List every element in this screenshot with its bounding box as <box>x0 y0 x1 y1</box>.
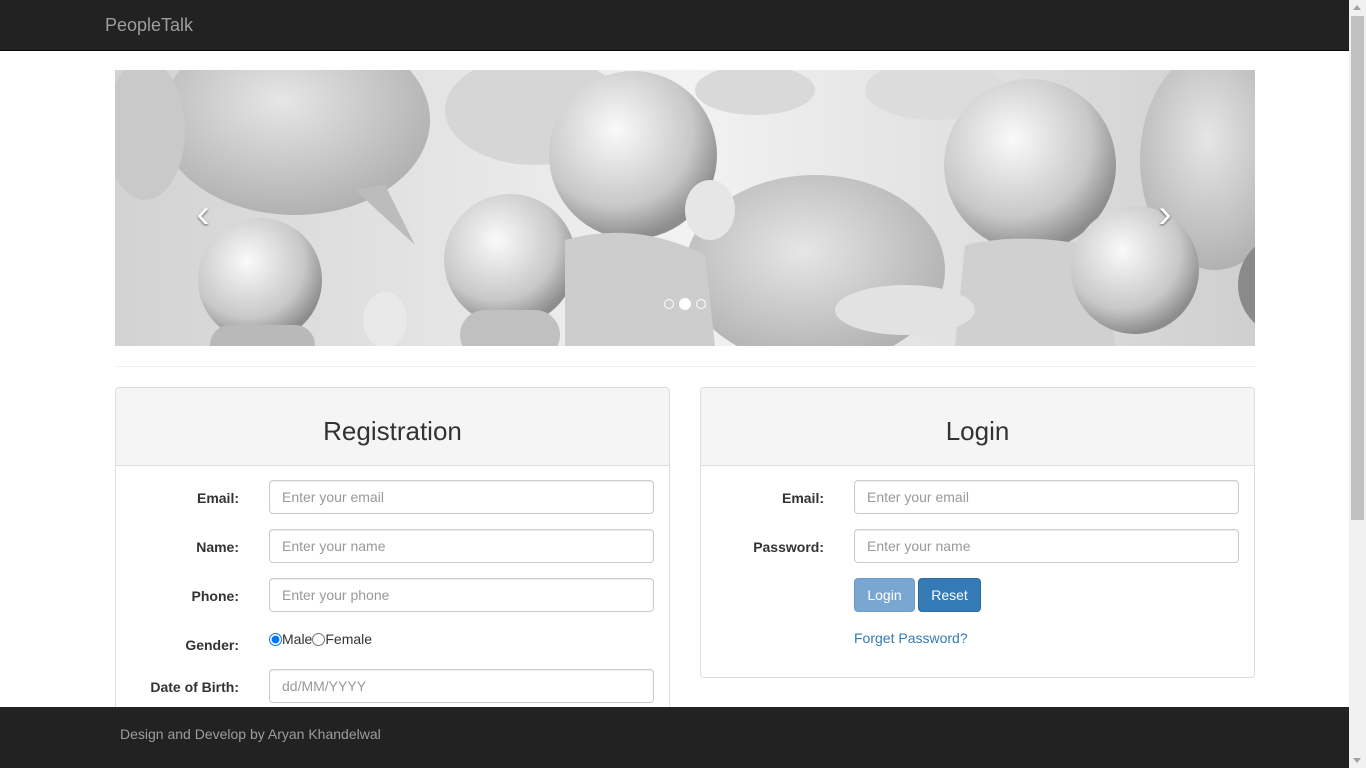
login-email-label: Email: <box>781 490 824 506</box>
footer-text: Design and Develop by Aryan Khandelwal <box>120 726 381 742</box>
carousel-indicator-active[interactable] <box>679 298 691 310</box>
reg-dob-label: Date of Birth: <box>150 679 239 695</box>
brand-link[interactable]: PeopleTalk <box>105 15 193 36</box>
reset-button[interactable]: Reset <box>918 578 981 612</box>
chevron-right-icon: › <box>1158 192 1172 236</box>
login-title: Login <box>945 416 1010 446</box>
page-scrollbar[interactable] <box>1349 0 1366 768</box>
reg-dob-input[interactable] <box>269 669 654 703</box>
reg-phone-input[interactable] <box>269 578 654 612</box>
registration-title: Registration <box>323 416 462 446</box>
reg-gender-label: Gender: <box>185 637 239 653</box>
login-email-input[interactable] <box>854 480 1239 514</box>
login-heading: Login <box>701 388 1254 466</box>
chevron-left-icon: ‹ <box>196 192 210 236</box>
divider <box>115 366 1255 367</box>
login-button[interactable]: Login <box>854 578 915 612</box>
reg-email-label: Email: <box>196 490 239 506</box>
reg-name-label: Name: <box>196 539 239 555</box>
reg-name-input[interactable] <box>269 529 654 563</box>
scroll-up-icon[interactable] <box>1353 5 1361 10</box>
top-navbar: PeopleTalk <box>0 0 1349 51</box>
carousel-indicators <box>663 298 707 310</box>
gender-male-radio[interactable] <box>269 632 282 646</box>
gender-female-label: Female <box>325 631 373 647</box>
gender-radio-group: Male Female <box>269 631 372 647</box>
footer: Design and Develop by Aryan Khandelwal <box>0 707 1349 768</box>
reg-email-input[interactable] <box>269 480 654 514</box>
login-panel: Login Email: Password: Login Reset Forge… <box>700 387 1255 678</box>
login-password-label: Password: <box>753 539 824 555</box>
carousel-indicator[interactable] <box>664 299 674 309</box>
image-carousel: ‹ › <box>115 70 1255 346</box>
scroll-down-icon[interactable] <box>1353 758 1361 763</box>
login-password-input[interactable] <box>854 529 1239 563</box>
registration-heading: Registration <box>116 388 669 466</box>
gender-male-label: Male <box>282 631 313 647</box>
gender-female-radio[interactable] <box>312 632 326 646</box>
reg-phone-label: Phone: <box>191 588 239 604</box>
scrollbar-thumb[interactable] <box>1351 16 1364 520</box>
carousel-next-button[interactable]: › <box>1145 184 1185 244</box>
registration-panel: Registration Email: Name: Phone: Gender:… <box>115 387 670 727</box>
carousel-indicator[interactable] <box>696 299 706 309</box>
carousel-prev-button[interactable]: ‹ <box>183 184 223 244</box>
forgot-password-link[interactable]: Forget Password? <box>854 630 968 646</box>
